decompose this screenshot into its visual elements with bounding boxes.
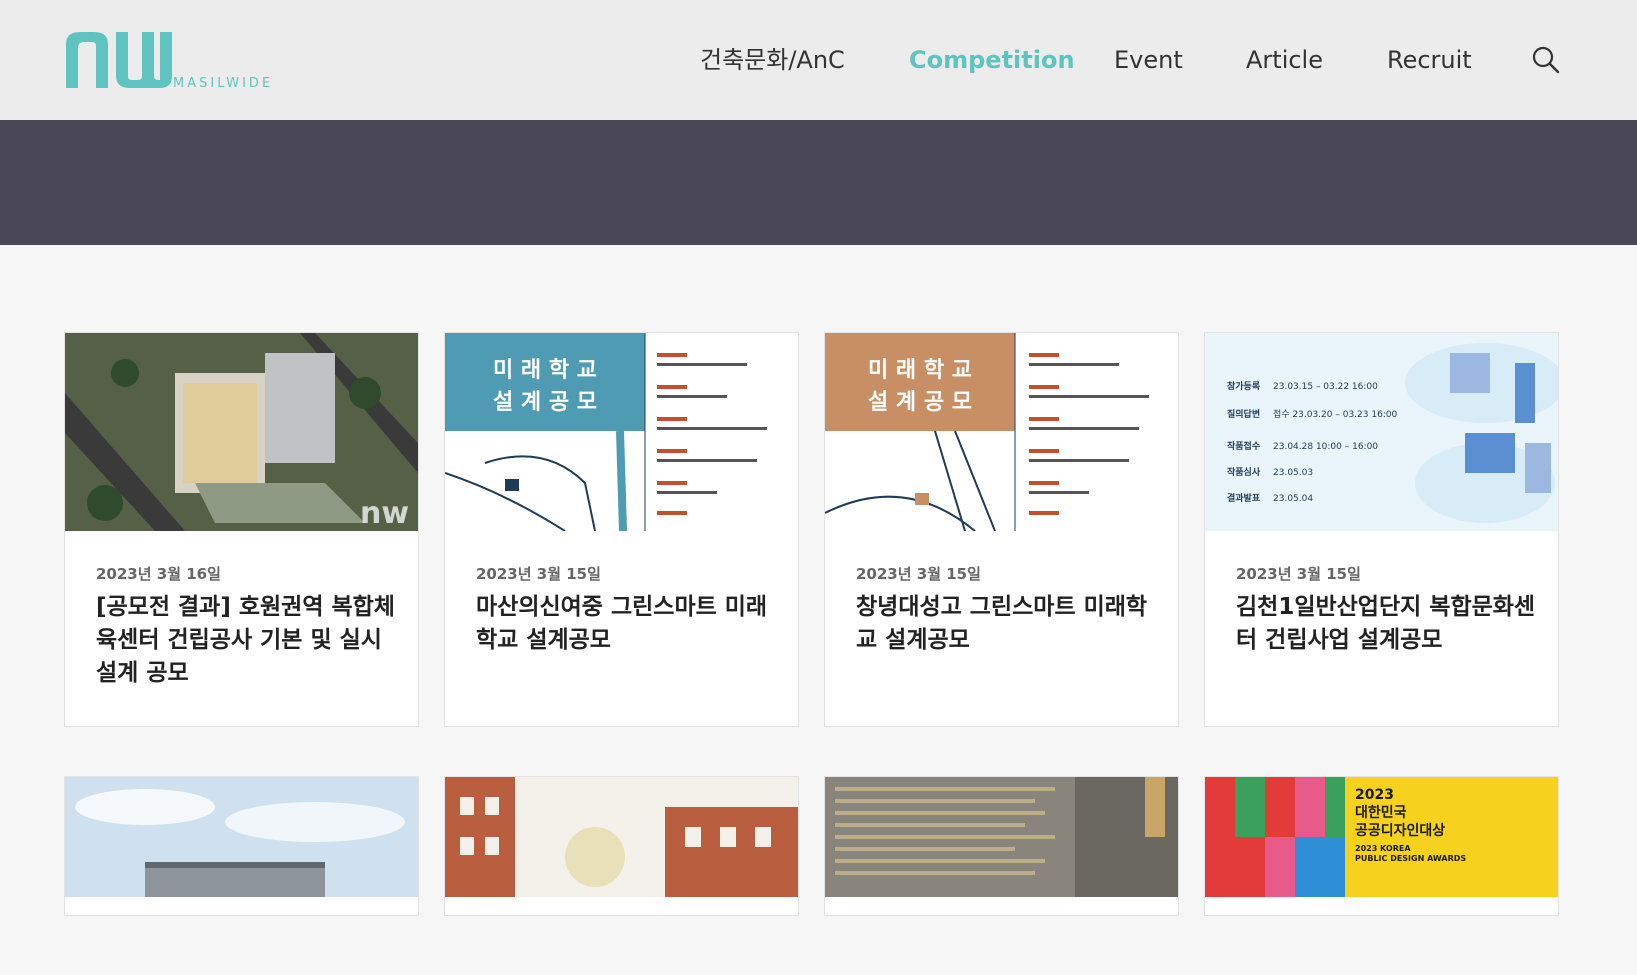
post-card[interactable] [444, 776, 799, 916]
post-date: 2023년 3월 16일 [96, 565, 221, 583]
schedule-value: 23.04.28 10:00 – 16:00 [1273, 442, 1378, 452]
post-title[interactable]: 마산의신여중 그린스마트 미래학교 설계공모 [476, 591, 776, 657]
nav-item-event[interactable]: Event [1114, 42, 1183, 78]
schedule-value: 23.03.15 – 03.22 16:00 [1273, 382, 1378, 392]
award-year: 2023 [1355, 787, 1394, 803]
award-subtitle: 2023 KOREA [1355, 844, 1411, 853]
schedule-value: 23.05.04 [1273, 494, 1313, 504]
post-card[interactable]: 참가등록 23.03.15 – 03.22 16:00 질의답변 접수 23.0… [1204, 332, 1559, 727]
schedule-value: 접수 23.03.20 – 03.23 16:00 [1273, 408, 1398, 420]
post-card[interactable]: 2023 대한민국 공공디자인대상 2023 KOREA PUBLIC DESI… [1204, 776, 1559, 916]
main-nav: 건축문화/AnC Competition Event Article Recru… [0, 42, 1637, 82]
post-card[interactable]: 미 래 학 교 설 계 공 모 2023년 3월 15일 마산의신여중 그린스마… [444, 332, 799, 727]
post-thumbnail[interactable] [825, 777, 1178, 975]
poster-line: 설 계 공 모 [868, 390, 972, 415]
nav-item-article[interactable]: Article [1246, 42, 1323, 78]
schedule-label: 질의답변 [1227, 408, 1260, 420]
award-title: 공공디자인대상 [1355, 822, 1445, 839]
page-banner [0, 120, 1637, 245]
award-title: 대한민국 [1355, 804, 1407, 821]
svg-text:nw: nw [360, 496, 409, 531]
nav-item-competition[interactable]: Competition [909, 42, 1075, 78]
post-title[interactable]: [공모전 결과] 호원권역 복합체육센터 건립공사 기본 및 실시설계 공모 [96, 591, 396, 690]
schedule-label: 작품심사 [1227, 466, 1261, 478]
post-card[interactable] [64, 776, 419, 916]
search-icon[interactable] [1530, 44, 1562, 76]
post-thumbnail[interactable] [65, 777, 418, 975]
post-date: 2023년 3월 15일 [1236, 565, 1361, 583]
post-card[interactable] [824, 776, 1179, 916]
schedule-label: 참가등록 [1227, 380, 1260, 392]
post-title[interactable]: 창녕대성고 그린스마트 미래학교 설계공모 [856, 591, 1156, 657]
nav-item-anc[interactable]: 건축문화/AnC [700, 42, 845, 78]
poster-line: 미 래 학 교 [868, 358, 972, 383]
post-thumbnail[interactable]: 미 래 학 교 설 계 공 모 [445, 333, 798, 531]
post-date: 2023년 3월 15일 [476, 565, 601, 583]
schedule-label: 작품접수 [1227, 440, 1260, 452]
poster-line: 미 래 학 교 [493, 358, 597, 383]
award-subtitle: PUBLIC DESIGN AWARDS [1355, 854, 1466, 863]
post-thumbnail[interactable]: 미 래 학 교 설 계 공 모 [825, 333, 1178, 531]
post-date: 2023년 3월 15일 [856, 565, 981, 583]
post-thumbnail[interactable]: 2023 대한민국 공공디자인대상 2023 KOREA PUBLIC DESI… [1205, 777, 1558, 975]
post-card[interactable]: nw 2023년 3월 16일 [공모전 결과] 호원권역 복합체육센터 건립공… [64, 332, 419, 727]
post-title[interactable]: 김천1일반산업단지 복합문화센터 건립사업 설계공모 [1236, 591, 1536, 657]
post-thumbnail[interactable]: nw [65, 333, 418, 531]
nav-item-recruit[interactable]: Recruit [1387, 42, 1472, 78]
post-thumbnail[interactable] [445, 777, 798, 975]
post-card[interactable]: 미 래 학 교 설 계 공 모 2023년 3월 15일 창녕대성고 그린스마트… [824, 332, 1179, 727]
site-header: MASILWIDE 건축문화/AnC Competition Event Art… [0, 0, 1637, 120]
schedule-label: 결과발표 [1227, 492, 1261, 504]
schedule-value: 23.05.03 [1273, 468, 1313, 478]
post-thumbnail[interactable]: 참가등록 23.03.15 – 03.22 16:00 질의답변 접수 23.0… [1205, 333, 1558, 531]
poster-line: 설 계 공 모 [493, 390, 597, 415]
